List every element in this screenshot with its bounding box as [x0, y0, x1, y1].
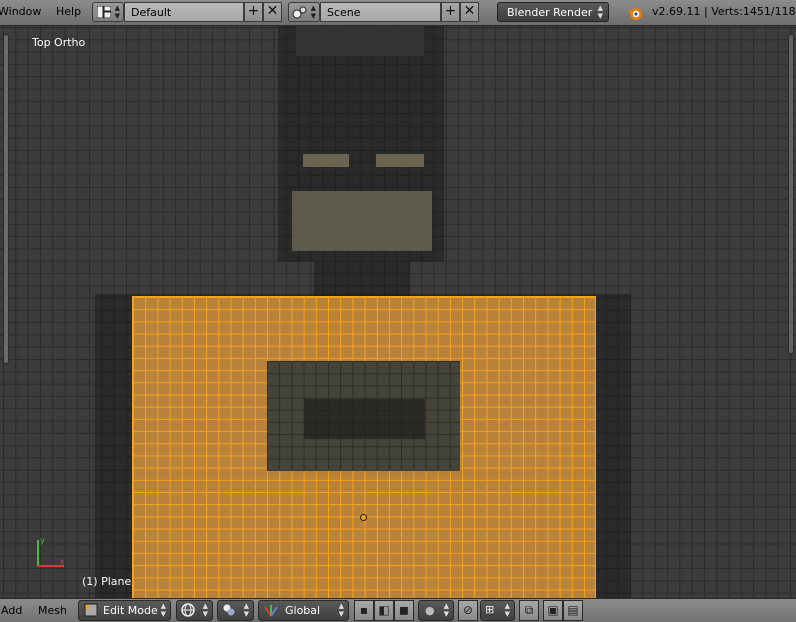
chevron-updown-icon: ▲ ▼: [114, 4, 120, 20]
plus-icon: +: [247, 3, 260, 19]
chevron-updown-icon: ▲ ▼: [160, 602, 166, 618]
active-object-label: (1) Plane: [82, 575, 132, 588]
screen-layout-field[interactable]: Default: [124, 2, 244, 22]
reference-ear-gap: [296, 26, 424, 56]
pivot-point-dropdown[interactable]: ▲ ▼: [217, 600, 254, 621]
transform-orientation-dropdown[interactable]: Global ▲ ▼: [258, 600, 349, 621]
reference-neck: [314, 262, 410, 296]
delete-scene-button[interactable]: ✕: [460, 2, 479, 22]
edge-select-button[interactable]: ◧: [374, 600, 394, 621]
snap-target-dropdown[interactable]: ⊞ ▲ ▼: [480, 600, 515, 621]
chevron-updown-icon: ▲ ▼: [243, 602, 249, 618]
mode-dropdown[interactable]: Edit Mode ▲ ▼: [78, 600, 171, 621]
vertex-select-icon: ▪: [359, 603, 369, 617]
camera-icon: ▣: [547, 603, 559, 617]
edit-mode-icon: [84, 603, 98, 617]
reference-right-eye: [376, 154, 424, 167]
object-origin-icon[interactable]: [360, 514, 367, 521]
render-engine-dropdown[interactable]: Blender Render ▲ ▼: [497, 2, 609, 22]
menu-mesh[interactable]: Mesh: [38, 604, 67, 617]
orientation-label: Global: [285, 604, 321, 617]
3d-viewport[interactable]: Top Ortho y x (1) Plane: [0, 26, 796, 598]
pivot-icon: [223, 604, 235, 616]
viewport-shading-dropdown[interactable]: ▲ ▼: [176, 600, 213, 621]
face-select-icon: ◼: [399, 603, 409, 617]
add-scene-button[interactable]: +: [441, 2, 460, 22]
edge-select-icon: ◧: [378, 603, 390, 617]
menu-help[interactable]: Help: [56, 5, 81, 18]
blender-logo-icon: [627, 8, 642, 20]
mesh-dark-region: [304, 399, 425, 439]
chevron-updown-icon: ▲ ▼: [202, 602, 208, 618]
opengl-image-button[interactable]: ▣: [543, 600, 563, 621]
chevron-updown-icon: ▲ ▼: [310, 4, 316, 20]
plus-icon: +: [444, 3, 457, 19]
version-stats: v2.69.11 | Verts:1451/1186: [652, 5, 796, 18]
menu-window[interactable]: Window: [0, 5, 41, 18]
scene-icon: [292, 6, 307, 19]
view-name-label: Top Ortho: [32, 36, 86, 49]
scene-field[interactable]: Scene: [320, 2, 441, 22]
chevron-updown-icon: ▲ ▼: [597, 4, 603, 20]
render-engine-label: Blender Render: [507, 6, 593, 19]
svg-text:y: y: [40, 536, 45, 545]
snap-icon: ⊘: [462, 603, 474, 617]
snap-toggle-button[interactable]: ⊘: [458, 600, 478, 621]
close-icon: ✕: [463, 3, 476, 19]
selected-mesh-plane[interactable]: [132, 296, 596, 598]
chevron-updown-icon: ▲ ▼: [443, 602, 449, 618]
opengl-render-button[interactable]: ⧉: [519, 600, 539, 621]
layout-icon: [97, 6, 111, 18]
proportional-edit-dropdown[interactable]: ● ▲ ▼: [418, 600, 454, 621]
chevron-updown-icon: ▲ ▼: [504, 602, 510, 618]
face-select-button[interactable]: ◼: [394, 600, 414, 621]
reference-left-eye: [303, 154, 349, 167]
axis-gizmo-icon: y x: [37, 536, 65, 567]
reference-mouth: [292, 191, 432, 251]
view3d-header: Add Mesh Edit Mode ▲ ▼ ▲ ▼ ▲ ▼ Global ▲ ▼: [0, 598, 796, 622]
close-icon: ✕: [266, 3, 279, 19]
clapper-icon: ▤: [567, 603, 579, 617]
scene-icon-button[interactable]: ▲ ▼: [288, 2, 320, 22]
info-header: Window Help ▲ ▼ Default + ✕ ▲ ▼ Scene + ✕ …: [0, 0, 796, 26]
proportional-edit-icon: ●: [425, 604, 435, 617]
add-screen-button[interactable]: +: [244, 2, 263, 22]
viewport-shading-icon: [181, 603, 195, 617]
svg-text:x: x: [60, 557, 65, 566]
chevron-updown-icon: ▲ ▼: [338, 602, 344, 618]
mode-label: Edit Mode: [103, 604, 158, 617]
delete-screen-button[interactable]: ✕: [263, 2, 282, 22]
menu-add[interactable]: Add: [1, 604, 22, 617]
screen-layout-icon-button[interactable]: ▲ ▼: [92, 2, 124, 22]
opengl-anim-button[interactable]: ▤: [563, 600, 583, 621]
toolbar-scrollbar[interactable]: [3, 34, 9, 364]
snap-target-icon: ⊞: [485, 603, 495, 616]
opengl-render-icon: ⧉: [524, 603, 534, 617]
properties-scrollbar[interactable]: [788, 34, 794, 354]
manipulator-icon: [264, 605, 278, 617]
vertex-select-button[interactable]: ▪: [354, 600, 374, 621]
